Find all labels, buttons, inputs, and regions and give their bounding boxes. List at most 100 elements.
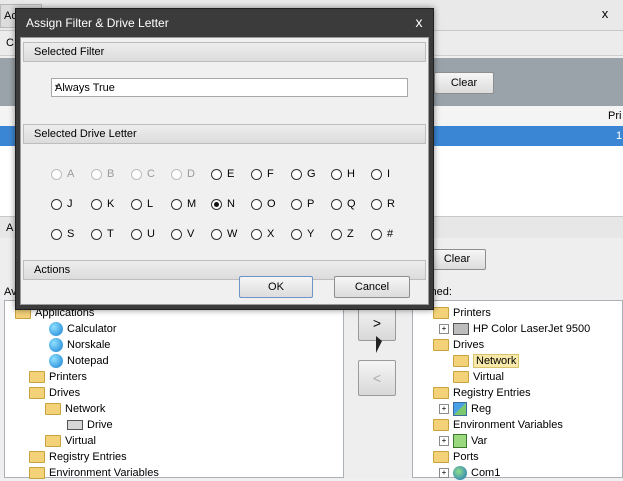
- tree-item-network[interactable]: Network: [45, 401, 105, 417]
- drive-letter-radio-x[interactable]: X: [251, 227, 274, 241]
- tree-item-com1[interactable]: + Com1: [439, 465, 500, 481]
- radio-circle-icon: [251, 168, 262, 180]
- dialog-close-icon[interactable]: x: [410, 13, 428, 31]
- drive-letter-radio-w[interactable]: W: [211, 227, 237, 241]
- filter-section-header: Selected Filter: [23, 42, 426, 62]
- radio-circle-icon: [251, 198, 262, 210]
- tree-item-calculator[interactable]: Calculator: [49, 321, 117, 337]
- drive-letter-radio-q[interactable]: Q: [331, 197, 356, 211]
- drive-letter-radio-t[interactable]: T: [91, 227, 114, 241]
- radio-circle-icon: [51, 228, 62, 240]
- drive-letter-radio-i[interactable]: I: [371, 167, 390, 181]
- drive-letter-label: #: [387, 228, 394, 241]
- unassign-button[interactable]: <: [358, 360, 396, 396]
- drive-letter-radio-b[interactable]: B: [91, 167, 114, 181]
- folder-icon: [45, 435, 61, 448]
- drive-letter-radio-hash[interactable]: #: [371, 227, 393, 241]
- radio-circle-icon: [51, 198, 62, 210]
- drive-letter-label: T: [107, 228, 114, 241]
- tree-item-printers[interactable]: Printers: [29, 369, 87, 385]
- folder-icon: [453, 355, 469, 368]
- tree-item-virtual[interactable]: Virtual: [453, 369, 504, 385]
- app-close-icon[interactable]: x: [597, 6, 613, 22]
- filter-select[interactable]: Always True ▾: [51, 78, 408, 97]
- tree-item-environment-variables[interactable]: Environment Variables: [29, 465, 159, 481]
- drive-letter-radio-a[interactable]: A: [51, 167, 74, 181]
- drive-letter-radio-m[interactable]: M: [171, 197, 196, 211]
- drive-letter-label: X: [267, 228, 275, 241]
- drive-letter-radio-h[interactable]: H: [331, 167, 355, 181]
- expand-icon[interactable]: +: [439, 468, 449, 479]
- drive-letter-label: J: [67, 198, 73, 211]
- expand-icon[interactable]: +: [439, 324, 449, 335]
- tree-item-virtual[interactable]: Virtual: [45, 433, 96, 449]
- radio-circle-icon: [331, 228, 342, 240]
- drive-letter-radio-z[interactable]: Z: [331, 227, 354, 241]
- drive-letter-radio-r[interactable]: R: [371, 197, 395, 211]
- radio-circle-icon: [51, 168, 62, 180]
- radio-circle-icon: [251, 228, 262, 240]
- drive-letter-radio-c[interactable]: C: [131, 167, 155, 181]
- tree-item-network[interactable]: Network: [453, 353, 520, 369]
- application-icon: [49, 354, 63, 369]
- drive-letter-label: U: [147, 228, 155, 241]
- folder-icon: [433, 419, 449, 432]
- clear-button-top[interactable]: Clear: [434, 72, 494, 94]
- drive-letter-radio-n[interactable]: N: [211, 197, 235, 211]
- tree-item-drives[interactable]: Drives: [29, 385, 80, 401]
- drive-letter-label: Z: [347, 228, 354, 241]
- folder-icon: [29, 467, 45, 480]
- radio-circle-icon: [211, 168, 222, 180]
- available-tree[interactable]: Applications Calculator Norskale Notepad…: [4, 300, 344, 481]
- drive-letter-radio-y[interactable]: Y: [291, 227, 314, 241]
- tree-item-drives[interactable]: Drives: [433, 337, 484, 353]
- drive-letter-radio-d[interactable]: D: [171, 167, 195, 181]
- dialog-title: Assign Filter & Drive Letter: [26, 16, 169, 30]
- tree-item-registry-entries[interactable]: Registry Entries: [29, 449, 127, 465]
- radio-circle-icon: [91, 168, 102, 180]
- application-icon: [49, 322, 63, 337]
- radio-circle-icon: [211, 228, 222, 240]
- drive-letter-label: O: [267, 198, 276, 211]
- app-toolbar-label: C: [6, 37, 14, 49]
- drive-letter-label: K: [107, 198, 115, 211]
- radio-circle-icon: [371, 198, 382, 210]
- clear-button-bottom[interactable]: Clear: [428, 249, 486, 270]
- tree-item-var[interactable]: + Var: [439, 433, 487, 449]
- drive-letter-radio-l[interactable]: L: [131, 197, 153, 211]
- drive-letter-radio-p[interactable]: P: [291, 197, 314, 211]
- drive-letter-radio-o[interactable]: O: [251, 197, 276, 211]
- drive-letter-radio-k[interactable]: K: [91, 197, 114, 211]
- drive-letter-label: H: [347, 168, 355, 181]
- tree-item-registry-entries[interactable]: Registry Entries: [433, 385, 531, 401]
- tree-item-ports[interactable]: Ports: [433, 449, 479, 465]
- drive-letter-radio-e[interactable]: E: [211, 167, 234, 181]
- cancel-button[interactable]: Cancel: [334, 276, 410, 298]
- chevron-down-icon[interactable]: ▾: [55, 82, 403, 91]
- drive-letter-radio-v[interactable]: V: [171, 227, 194, 241]
- tree-item-norskale[interactable]: Norskale: [49, 337, 110, 353]
- tree-item-notepad[interactable]: Notepad: [49, 353, 109, 369]
- radio-circle-icon: [371, 168, 382, 180]
- expand-icon[interactable]: +: [439, 404, 449, 415]
- drive-letter-radio-g[interactable]: G: [291, 167, 316, 181]
- drive-letter-radio-u[interactable]: U: [131, 227, 155, 241]
- tree-item-reg[interactable]: + Reg: [439, 401, 491, 417]
- tree-item-environment-variables[interactable]: Environment Variables: [433, 417, 563, 433]
- radio-circle-icon: [171, 228, 182, 240]
- drive-letter-label: V: [187, 228, 195, 241]
- drive-letter-radio-j[interactable]: J: [51, 197, 73, 211]
- tree-item-printers[interactable]: Printers: [433, 305, 491, 321]
- drive-letter-radio-s[interactable]: S: [51, 227, 74, 241]
- tree-item-drive[interactable]: Drive: [67, 417, 113, 433]
- assigned-tree[interactable]: Printers + HP Color LaserJet 9500 Drives …: [412, 300, 623, 481]
- folder-icon: [29, 371, 45, 384]
- expand-icon[interactable]: +: [439, 436, 449, 447]
- ok-button[interactable]: OK: [239, 276, 313, 298]
- folder-icon: [433, 307, 449, 320]
- radio-circle-icon: [91, 228, 102, 240]
- folder-icon: [433, 387, 449, 400]
- drive-letter-label: F: [267, 168, 274, 181]
- drive-letter-radio-f[interactable]: F: [251, 167, 274, 181]
- tree-item-hp-printer[interactable]: + HP Color LaserJet 9500: [439, 321, 590, 337]
